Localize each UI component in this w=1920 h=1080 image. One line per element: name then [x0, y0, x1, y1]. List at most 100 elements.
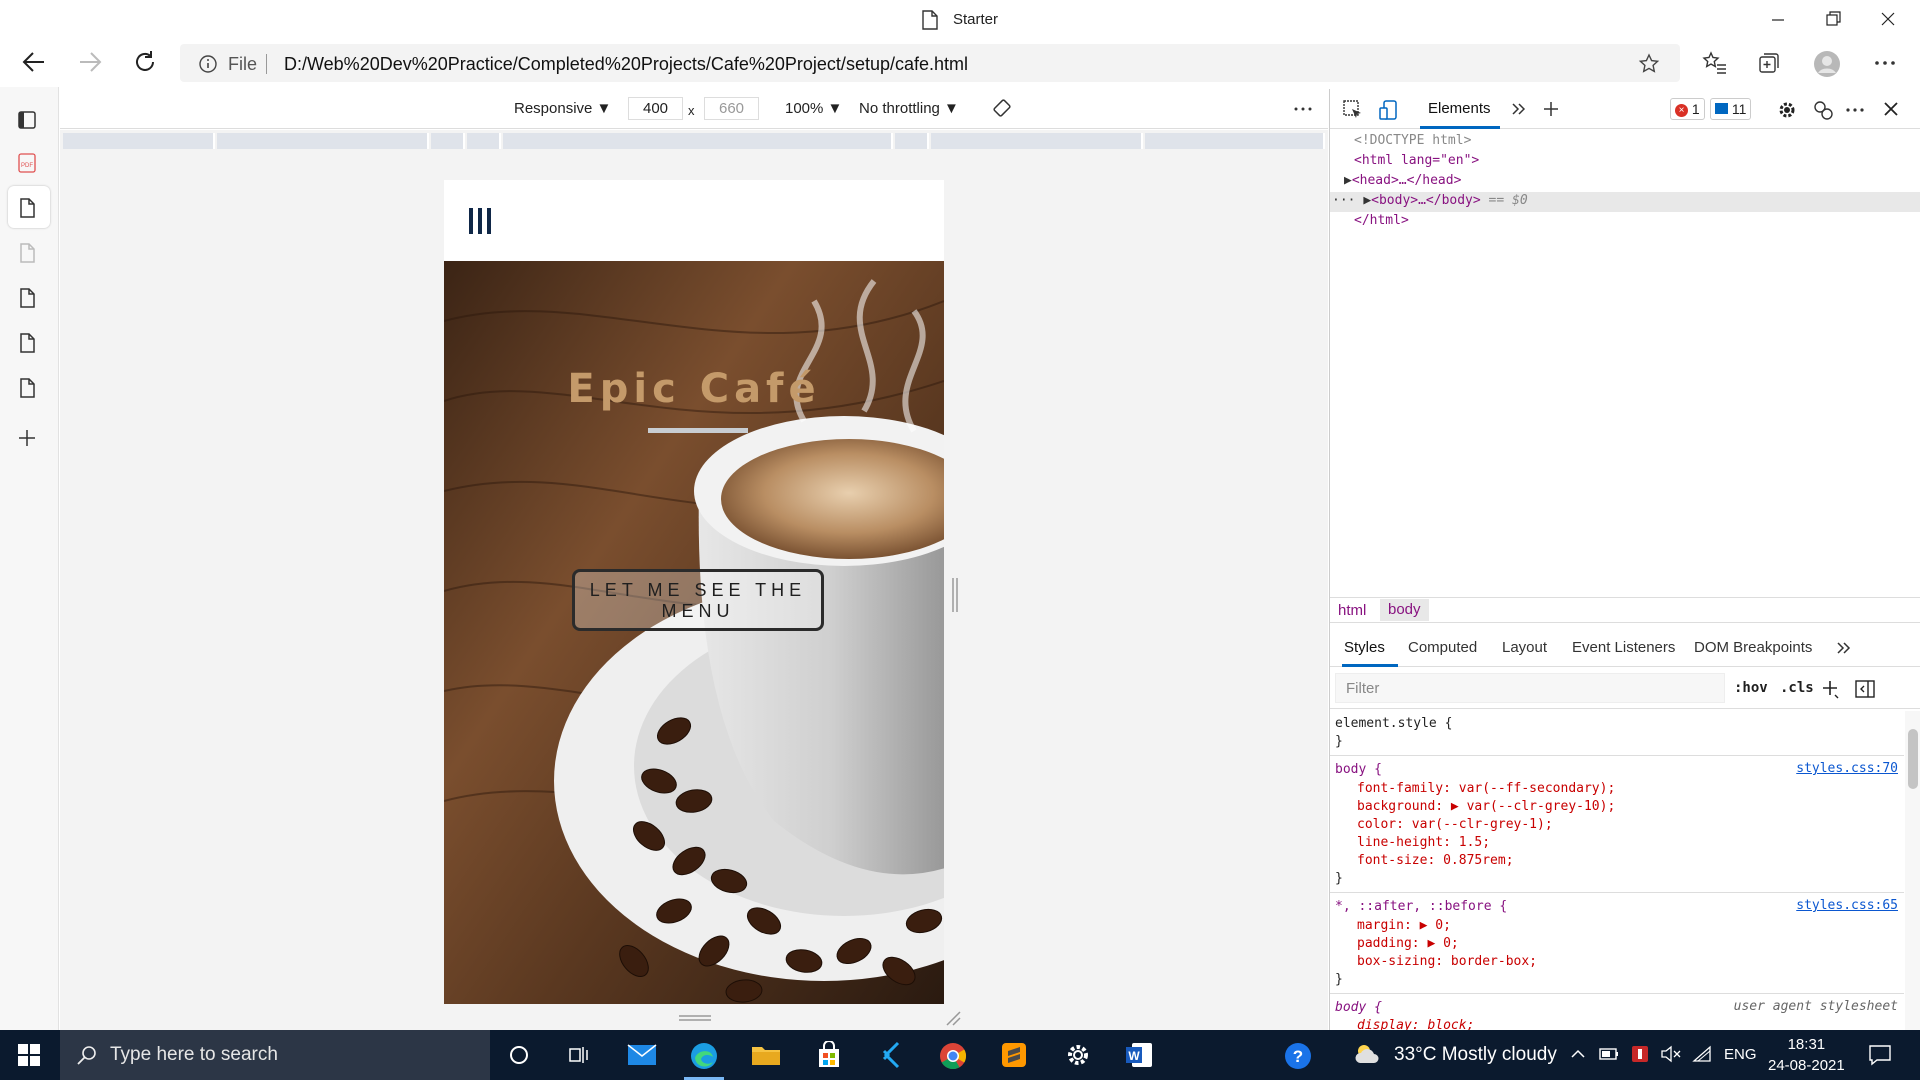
taskbar-search-box[interactable]: Type here to search: [60, 1030, 490, 1080]
help-icon[interactable]: ?: [1283, 1041, 1313, 1071]
device-more-icon[interactable]: [1292, 98, 1314, 120]
restore-icon[interactable]: [1825, 10, 1841, 30]
clock[interactable]: 18:31 24-08-2021: [1768, 1034, 1845, 1076]
wifi-icon[interactable]: [1692, 1045, 1712, 1063]
device-emulation-icon[interactable]: [1378, 99, 1400, 121]
add-favorite-icon[interactable]: [1638, 53, 1660, 75]
universal-rule-source-link[interactable]: styles.css:65: [1796, 898, 1898, 913]
ruler-segment[interactable]: [217, 133, 429, 149]
zoom-select[interactable]: 100% ▼: [785, 100, 842, 117]
collections-icon[interactable]: [1756, 50, 1782, 76]
throttling-select[interactable]: No throttling ▼: [859, 100, 959, 117]
menu-toggle-icon[interactable]: [469, 208, 493, 234]
add-tab-plus-icon[interactable]: [1542, 99, 1560, 119]
ruler-segment[interactable]: [63, 133, 215, 149]
volume-muted-icon[interactable]: [1660, 1045, 1682, 1063]
css-declaration[interactable]: padding: ▶ 0;: [1357, 935, 1459, 953]
dom-html-open[interactable]: <html lang="en">: [1354, 151, 1479, 171]
page-tab-icon[interactable]: [16, 377, 38, 399]
page-tab-icon[interactable]: [16, 332, 38, 354]
dom-doctype[interactable]: <!DOCTYPE html>: [1354, 131, 1471, 151]
tab-event-listeners[interactable]: Event Listeners: [1572, 639, 1675, 656]
tab-computed[interactable]: Computed: [1408, 639, 1477, 656]
battery-icon[interactable]: [1598, 1045, 1620, 1063]
ruler-segment[interactable]: [431, 133, 465, 149]
forward-arrow-icon[interactable]: [76, 48, 104, 76]
settings-gear-icon[interactable]: [1776, 99, 1798, 121]
settings-gear-icon[interactable]: [1064, 1041, 1092, 1069]
css-declaration[interactable]: margin: ▶ 0;: [1357, 917, 1451, 935]
task-view-icon[interactable]: [568, 1044, 590, 1066]
errors-badge[interactable]: × 1: [1670, 98, 1705, 120]
url-text[interactable]: D:/Web%20Dev%20Practice/Completed%20Proj…: [284, 54, 968, 75]
mail-icon[interactable]: [626, 1041, 658, 1069]
ruler-segment[interactable]: [467, 133, 501, 149]
viewport-width-input[interactable]: 400: [628, 97, 683, 120]
expand-triangle-icon[interactable]: ▶: [1344, 173, 1352, 188]
dom-body[interactable]: ··· ▶<body>…</body> == $0: [1332, 191, 1528, 211]
back-arrow-icon[interactable]: [20, 48, 48, 76]
css-declaration[interactable]: font-family: var(--ff-secondary);: [1357, 780, 1615, 798]
rotate-icon[interactable]: [992, 98, 1012, 118]
dom-head[interactable]: ▶<head>…</head>: [1344, 171, 1461, 191]
chrome-icon[interactable]: [938, 1041, 968, 1071]
ua-rule-selector[interactable]: body {: [1335, 999, 1382, 1017]
new-style-rule-icon[interactable]: [1822, 679, 1840, 699]
page-tab-icon[interactable]: [16, 242, 38, 264]
ruler-segment[interactable]: [503, 133, 893, 149]
tab-actions-icon[interactable]: [16, 109, 38, 131]
resize-handle-bottom[interactable]: [679, 1013, 711, 1023]
breadcrumb-html[interactable]: html: [1338, 602, 1366, 619]
messages-badge[interactable]: 11: [1710, 98, 1752, 120]
windows-start-icon[interactable]: [18, 1044, 40, 1066]
see-menu-button[interactable]: LET ME SEE THE MENU: [572, 569, 824, 631]
viewport-height-input[interactable]: 660: [704, 97, 759, 120]
css-declaration[interactable]: color: var(--clr-grey-1);: [1357, 816, 1553, 834]
tab-layout[interactable]: Layout: [1502, 639, 1547, 656]
devtools-more-icon[interactable]: [1844, 99, 1866, 121]
pdf-tab-icon[interactable]: PDF: [16, 152, 38, 174]
close-window-icon[interactable]: [1880, 10, 1896, 30]
ruler-segment[interactable]: [931, 133, 1143, 149]
ruler-segment[interactable]: [895, 133, 929, 149]
hover-state-toggle[interactable]: :hov: [1734, 680, 1768, 696]
body-rule-selector[interactable]: body {: [1335, 761, 1382, 779]
favorites-icon[interactable]: [1702, 50, 1728, 76]
file-explorer-icon[interactable]: [750, 1041, 782, 1069]
minimize-icon[interactable]: [1770, 10, 1786, 30]
refresh-icon[interactable]: [131, 48, 159, 76]
store-icon[interactable]: [815, 1041, 843, 1069]
device-mode-select[interactable]: Responsive ▼: [514, 100, 611, 117]
expand-triangle-icon[interactable]: ▶: [1363, 193, 1371, 208]
scrollbar-thumb[interactable]: [1908, 729, 1918, 789]
edge-browser-icon[interactable]: [689, 1041, 719, 1071]
tab-dom-breakpoints[interactable]: DOM Breakpoints: [1694, 639, 1812, 656]
element-style-selector[interactable]: element.style {: [1335, 715, 1452, 733]
css-declaration[interactable]: background: ▶ var(--clr-grey-10);: [1357, 798, 1615, 816]
more-options-icon[interactable]: [1872, 50, 1898, 76]
media-query-ruler[interactable]: [60, 130, 1328, 152]
resize-corner-icon[interactable]: [945, 1010, 961, 1026]
page-tab-icon[interactable]: [16, 197, 38, 219]
antivirus-tray-icon[interactable]: [1630, 1044, 1650, 1064]
info-icon[interactable]: [198, 54, 218, 74]
inspect-element-icon[interactable]: [1342, 99, 1364, 121]
dom-html-close[interactable]: </html>: [1354, 211, 1409, 231]
css-declaration[interactable]: font-size: 0.875rem;: [1357, 852, 1514, 870]
vscode-icon[interactable]: [878, 1041, 906, 1069]
universal-rule-selector[interactable]: *, ::after, ::before {: [1335, 898, 1507, 916]
page-tab-icon[interactable]: [16, 287, 38, 309]
profile-avatar-icon[interactable]: [1813, 50, 1841, 78]
tab-styles[interactable]: Styles: [1344, 639, 1385, 656]
weather-text[interactable]: 33°C Mostly cloudy: [1394, 1044, 1557, 1066]
close-devtools-icon[interactable]: [1881, 99, 1901, 119]
styles-scrollbar[interactable]: [1905, 711, 1920, 1030]
body-rule-source-link[interactable]: styles.css:70: [1796, 761, 1898, 776]
language-indicator[interactable]: ENG: [1724, 1046, 1757, 1063]
toggle-sidebar-icon[interactable]: [1854, 678, 1876, 700]
address-bar[interactable]: File D:/Web%20Dev%20Practice/Completed%2…: [180, 44, 1680, 82]
node-ellipsis-icon[interactable]: ···: [1332, 193, 1363, 208]
word-icon[interactable]: W: [1124, 1041, 1154, 1069]
cortana-icon[interactable]: [508, 1044, 530, 1066]
more-pane-tabs-icon[interactable]: [1836, 639, 1852, 657]
